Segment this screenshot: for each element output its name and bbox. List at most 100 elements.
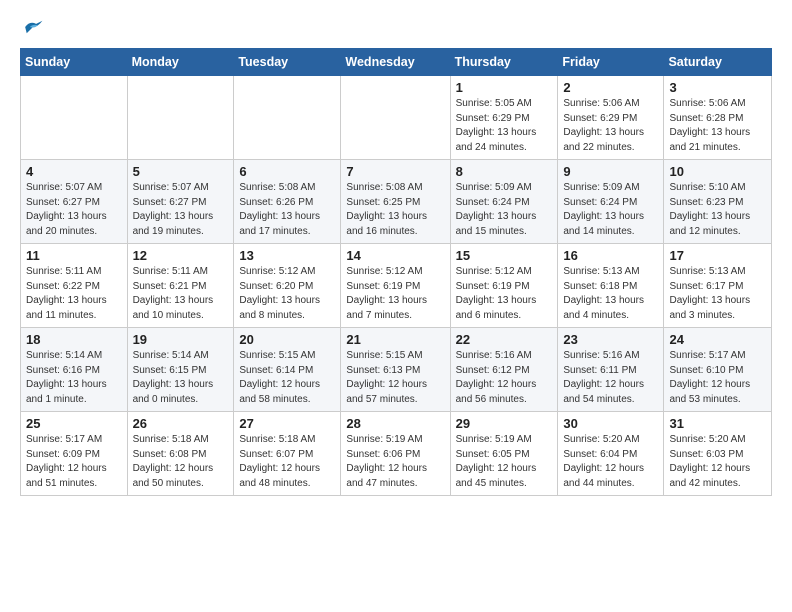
calendar-cell: 27 Sunrise: 5:18 AM Sunset: 6:07 PM Dayli… xyxy=(234,412,341,496)
day-detail: Sunrise: 5:08 AM Sunset: 6:25 PM Dayligh… xyxy=(346,181,444,239)
day-detail: Sunrise: 5:14 AM Sunset: 6:15 PM Dayligh… xyxy=(133,349,229,407)
day-number: 16 xyxy=(563,248,658,263)
day-detail: Sunrise: 5:10 AM Sunset: 6:23 PM Dayligh… xyxy=(669,181,766,239)
weekday-header-thursday: Thursday xyxy=(450,49,558,76)
day-number: 8 xyxy=(456,164,553,179)
day-number: 26 xyxy=(133,416,229,431)
calendar-cell: 28Sunrise: 5:19 AM Sunset: 6:06 PM Dayli… xyxy=(341,412,450,496)
day-number: 2 xyxy=(563,80,658,95)
logo xyxy=(20,18,44,36)
day-number: 19 xyxy=(133,332,229,347)
calendar-cell: 2 Sunrise: 5:06 AM Sunset: 6:29 PM Daylig… xyxy=(558,76,664,160)
day-number: 3 xyxy=(669,80,766,95)
weekday-header-row: SundayMondayTuesdayWednesdayThursdayFrid… xyxy=(21,49,772,76)
calendar-week-row: 11 Sunrise: 5:11 AM Sunset: 6:22 PM Dayli… xyxy=(21,244,772,328)
day-number: 7 xyxy=(346,164,444,179)
day-number: 12 xyxy=(133,248,229,263)
day-detail: Sunrise: 5:07 AM Sunset: 6:27 PM Dayligh… xyxy=(26,181,122,239)
day-detail: Sunrise: 5:11 AM Sunset: 6:22 PM Dayligh… xyxy=(26,265,122,323)
day-number: 22 xyxy=(456,332,553,347)
day-detail: Sunrise: 5:12 AM Sunset: 6:19 PM Dayligh… xyxy=(346,265,444,323)
day-number: 20 xyxy=(239,332,335,347)
day-detail: Sunrise: 5:11 AM Sunset: 6:21 PM Dayligh… xyxy=(133,265,229,323)
day-detail: Sunrise: 5:12 AM Sunset: 6:19 PM Dayligh… xyxy=(456,265,553,323)
calendar-cell: 20 Sunrise: 5:15 AM Sunset: 6:14 PM Dayli… xyxy=(234,328,341,412)
day-number: 10 xyxy=(669,164,766,179)
calendar-table: SundayMondayTuesdayWednesdayThursdayFrid… xyxy=(20,48,772,496)
calendar-cell: 10 Sunrise: 5:10 AM Sunset: 6:23 PM Dayli… xyxy=(664,160,772,244)
day-detail: Sunrise: 5:06 AM Sunset: 6:29 PM Dayligh… xyxy=(563,97,658,155)
day-detail: Sunrise: 5:20 AM Sunset: 6:03 PM Dayligh… xyxy=(669,433,766,491)
calendar-cell: 17Sunrise: 5:13 AM Sunset: 6:17 PM Dayli… xyxy=(664,244,772,328)
day-detail: Sunrise: 5:05 AM Sunset: 6:29 PM Dayligh… xyxy=(456,97,553,155)
calendar-cell: 1 Sunrise: 5:05 AM Sunset: 6:29 PM Daylig… xyxy=(450,76,558,160)
day-number: 24 xyxy=(669,332,766,347)
calendar-cell: 5Sunrise: 5:07 AM Sunset: 6:27 PM Daylig… xyxy=(127,160,234,244)
day-detail: Sunrise: 5:06 AM Sunset: 6:28 PM Dayligh… xyxy=(669,97,766,155)
day-number: 15 xyxy=(456,248,553,263)
weekday-header-friday: Friday xyxy=(558,49,664,76)
calendar-cell: 29 Sunrise: 5:19 AM Sunset: 6:05 PM Dayli… xyxy=(450,412,558,496)
day-detail: Sunrise: 5:19 AM Sunset: 6:05 PM Dayligh… xyxy=(456,433,553,491)
day-number: 17 xyxy=(669,248,766,263)
day-number: 18 xyxy=(26,332,122,347)
day-detail: Sunrise: 5:07 AM Sunset: 6:27 PM Dayligh… xyxy=(133,181,229,239)
calendar-cell: 25 Sunrise: 5:17 AM Sunset: 6:09 PM Dayli… xyxy=(21,412,128,496)
calendar-cell: 7 Sunrise: 5:08 AM Sunset: 6:25 PM Daylig… xyxy=(341,160,450,244)
day-number: 29 xyxy=(456,416,553,431)
day-detail: Sunrise: 5:17 AM Sunset: 6:10 PM Dayligh… xyxy=(669,349,766,407)
day-detail: Sunrise: 5:19 AM Sunset: 6:06 PM Dayligh… xyxy=(346,433,444,491)
calendar-cell: 14Sunrise: 5:12 AM Sunset: 6:19 PM Dayli… xyxy=(341,244,450,328)
calendar-cell: 22Sunrise: 5:16 AM Sunset: 6:12 PM Dayli… xyxy=(450,328,558,412)
day-detail: Sunrise: 5:09 AM Sunset: 6:24 PM Dayligh… xyxy=(563,181,658,239)
page: SundayMondayTuesdayWednesdayThursdayFrid… xyxy=(0,0,792,510)
calendar-week-row: 18 Sunrise: 5:14 AM Sunset: 6:16 PM Dayli… xyxy=(21,328,772,412)
calendar-week-row: 4 Sunrise: 5:07 AM Sunset: 6:27 PM Daylig… xyxy=(21,160,772,244)
logo-bird-icon xyxy=(22,18,44,36)
calendar-cell: 16 Sunrise: 5:13 AM Sunset: 6:18 PM Dayli… xyxy=(558,244,664,328)
calendar-cell: 8 Sunrise: 5:09 AM Sunset: 6:24 PM Daylig… xyxy=(450,160,558,244)
day-number: 21 xyxy=(346,332,444,347)
day-number: 4 xyxy=(26,164,122,179)
weekday-header-wednesday: Wednesday xyxy=(341,49,450,76)
calendar-week-row: 1 Sunrise: 5:05 AM Sunset: 6:29 PM Daylig… xyxy=(21,76,772,160)
day-detail: Sunrise: 5:14 AM Sunset: 6:16 PM Dayligh… xyxy=(26,349,122,407)
day-detail: Sunrise: 5:17 AM Sunset: 6:09 PM Dayligh… xyxy=(26,433,122,491)
day-number: 13 xyxy=(239,248,335,263)
day-detail: Sunrise: 5:15 AM Sunset: 6:13 PM Dayligh… xyxy=(346,349,444,407)
day-number: 25 xyxy=(26,416,122,431)
calendar-cell: 19 Sunrise: 5:14 AM Sunset: 6:15 PM Dayli… xyxy=(127,328,234,412)
calendar-week-row: 25 Sunrise: 5:17 AM Sunset: 6:09 PM Dayli… xyxy=(21,412,772,496)
day-detail: Sunrise: 5:09 AM Sunset: 6:24 PM Dayligh… xyxy=(456,181,553,239)
calendar-cell xyxy=(127,76,234,160)
day-number: 27 xyxy=(239,416,335,431)
calendar-cell: 6 Sunrise: 5:08 AM Sunset: 6:26 PM Daylig… xyxy=(234,160,341,244)
calendar-cell: 30Sunrise: 5:20 AM Sunset: 6:04 PM Dayli… xyxy=(558,412,664,496)
calendar-cell: 26Sunrise: 5:18 AM Sunset: 6:08 PM Dayli… xyxy=(127,412,234,496)
header xyxy=(20,18,772,36)
day-number: 23 xyxy=(563,332,658,347)
day-detail: Sunrise: 5:18 AM Sunset: 6:07 PM Dayligh… xyxy=(239,433,335,491)
day-number: 9 xyxy=(563,164,658,179)
weekday-header-tuesday: Tuesday xyxy=(234,49,341,76)
calendar-cell: 11 Sunrise: 5:11 AM Sunset: 6:22 PM Dayli… xyxy=(21,244,128,328)
day-number: 6 xyxy=(239,164,335,179)
calendar-cell: 15 Sunrise: 5:12 AM Sunset: 6:19 PM Dayli… xyxy=(450,244,558,328)
day-number: 1 xyxy=(456,80,553,95)
calendar-cell: 24 Sunrise: 5:17 AM Sunset: 6:10 PM Dayli… xyxy=(664,328,772,412)
calendar-cell xyxy=(341,76,450,160)
day-detail: Sunrise: 5:08 AM Sunset: 6:26 PM Dayligh… xyxy=(239,181,335,239)
day-detail: Sunrise: 5:15 AM Sunset: 6:14 PM Dayligh… xyxy=(239,349,335,407)
calendar-cell xyxy=(234,76,341,160)
calendar-cell: 18 Sunrise: 5:14 AM Sunset: 6:16 PM Dayli… xyxy=(21,328,128,412)
calendar-cell xyxy=(21,76,128,160)
day-number: 11 xyxy=(26,248,122,263)
day-detail: Sunrise: 5:13 AM Sunset: 6:18 PM Dayligh… xyxy=(563,265,658,323)
calendar-cell: 13Sunrise: 5:12 AM Sunset: 6:20 PM Dayli… xyxy=(234,244,341,328)
calendar-cell: 31Sunrise: 5:20 AM Sunset: 6:03 PM Dayli… xyxy=(664,412,772,496)
calendar-cell: 23Sunrise: 5:16 AM Sunset: 6:11 PM Dayli… xyxy=(558,328,664,412)
calendar-cell: 9 Sunrise: 5:09 AM Sunset: 6:24 PM Daylig… xyxy=(558,160,664,244)
day-detail: Sunrise: 5:20 AM Sunset: 6:04 PM Dayligh… xyxy=(563,433,658,491)
weekday-header-monday: Monday xyxy=(127,49,234,76)
calendar-cell: 3 Sunrise: 5:06 AM Sunset: 6:28 PM Daylig… xyxy=(664,76,772,160)
